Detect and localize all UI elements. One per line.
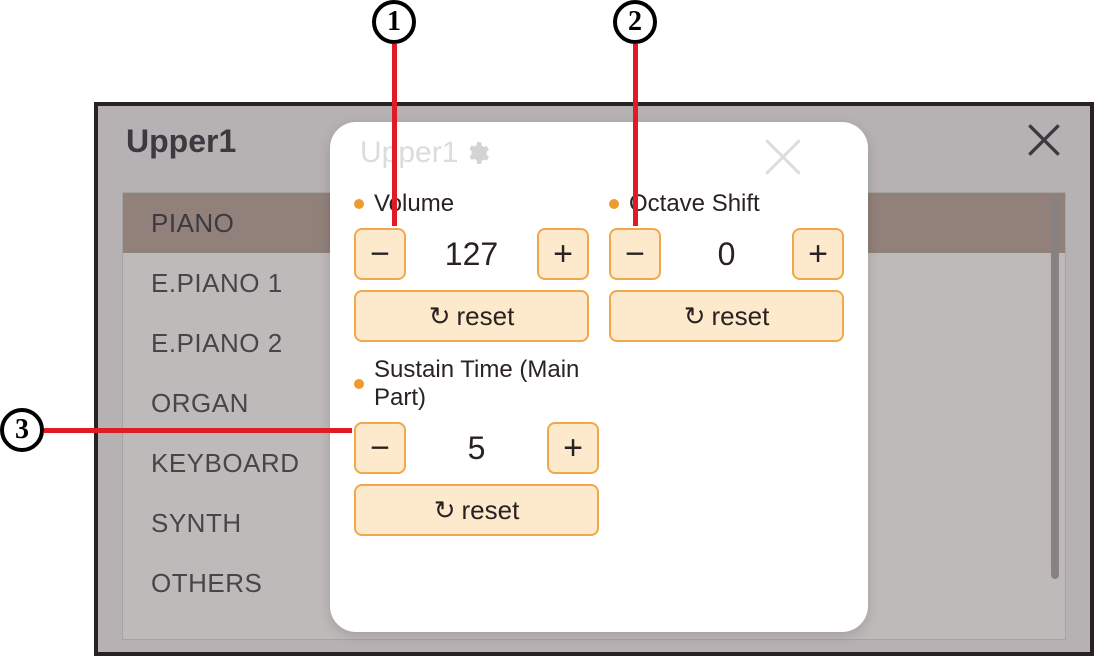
volume-stepper: − 127 + — [354, 228, 589, 280]
callout-2: 2 — [613, 0, 657, 226]
settings-grid: Volume − 127 + ↻ reset Octave Shift − 0 … — [354, 190, 844, 536]
callout-line — [44, 428, 352, 433]
reset-label: reset — [711, 301, 769, 332]
increment-button[interactable]: + — [547, 422, 599, 474]
decrement-button[interactable]: − — [609, 228, 661, 280]
increment-button[interactable]: + — [792, 228, 844, 280]
reset-icon: ↻ — [684, 301, 706, 332]
close-icon[interactable] — [758, 132, 808, 182]
callout-number: 1 — [372, 0, 416, 44]
reset-button[interactable]: ↻ reset — [354, 484, 599, 536]
reset-label: reset — [461, 495, 519, 526]
sustain-value: 5 — [416, 430, 537, 467]
decrement-button[interactable]: − — [354, 228, 406, 280]
reset-button[interactable]: ↻ reset — [354, 290, 589, 342]
sustain-stepper: − 5 + — [354, 422, 599, 474]
reset-label: reset — [456, 301, 514, 332]
decrement-button[interactable]: − — [354, 422, 406, 474]
callout-3: 3 — [0, 408, 352, 452]
callout-1: 1 — [372, 0, 416, 226]
reset-icon: ↻ — [434, 495, 456, 526]
close-icon[interactable] — [1022, 118, 1066, 162]
reset-icon: ↻ — [429, 301, 451, 332]
callout-number: 3 — [0, 408, 44, 452]
gear-icon — [464, 140, 490, 166]
label-text: Sustain Time (Main Part) — [374, 356, 599, 412]
volume-value: 127 — [416, 236, 527, 273]
callout-line — [633, 44, 638, 226]
octave-value: 0 — [671, 236, 782, 273]
reset-button[interactable]: ↻ reset — [609, 290, 844, 342]
callout-line — [392, 44, 397, 226]
bullet-icon — [354, 199, 364, 209]
window-title: Upper1 — [126, 123, 236, 160]
octave-stepper: − 0 + — [609, 228, 844, 280]
callout-number: 2 — [613, 0, 657, 44]
field-label: Sustain Time (Main Part) — [354, 356, 599, 412]
bullet-icon — [354, 379, 364, 389]
scrollbar-thumb[interactable] — [1051, 199, 1059, 579]
increment-button[interactable]: + — [537, 228, 589, 280]
field-sustain-time: Sustain Time (Main Part) − 5 + ↻ reset — [354, 356, 599, 536]
